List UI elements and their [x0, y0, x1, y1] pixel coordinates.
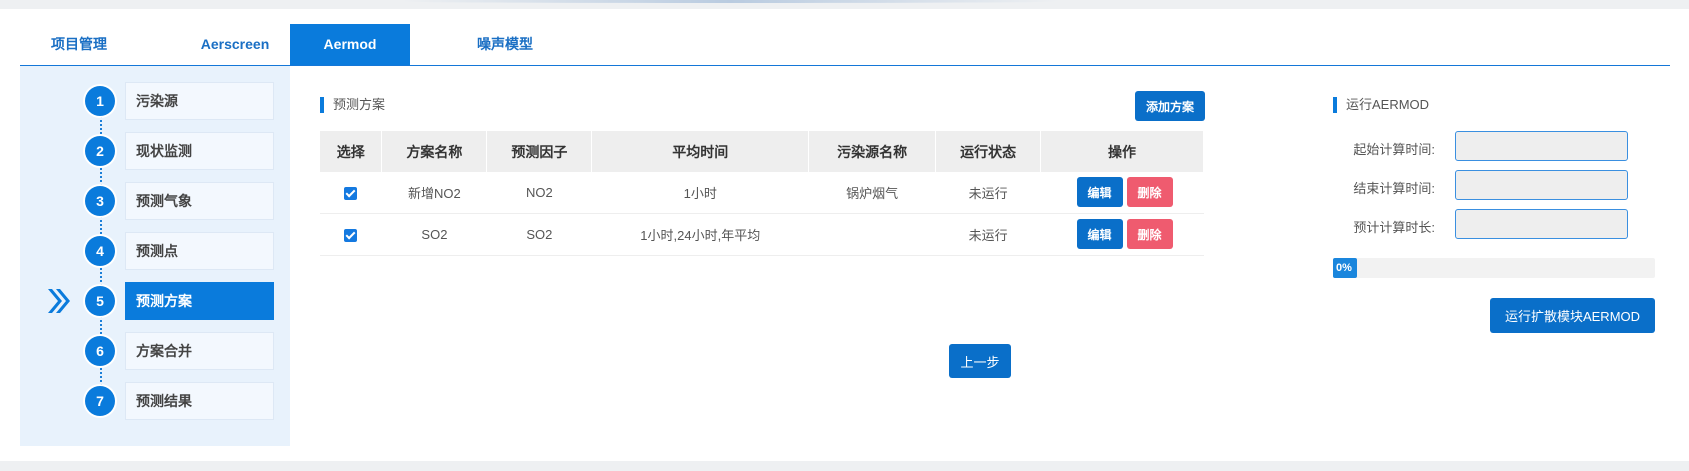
step-2[interactable]: 2 现状监测 — [20, 131, 290, 171]
step-number: 4 — [85, 236, 115, 266]
step-label-merge[interactable]: 方案合并 — [125, 332, 274, 370]
step-number: 7 — [85, 386, 115, 416]
row-checkbox[interactable] — [344, 229, 358, 243]
progress-fill: 0% — [1333, 258, 1357, 278]
table-row: SO2 SO2 1小时,24小时,年平均 未运行 编辑 删除 — [320, 213, 1204, 256]
step-label-results[interactable]: 预测结果 — [125, 382, 274, 420]
prev-step-button[interactable]: 上一步 — [949, 344, 1011, 378]
cell-avg-time: 1小时 — [591, 172, 809, 214]
row-checkbox[interactable] — [344, 187, 358, 201]
end-time-input[interactable] — [1455, 170, 1628, 200]
col-source-name: 污染源名称 — [808, 131, 937, 172]
step-label-scheme[interactable]: 预测方案 — [125, 282, 274, 320]
step-number: 3 — [85, 186, 115, 216]
col-select: 选择 — [320, 131, 383, 172]
step-1[interactable]: 1 污染源 — [20, 81, 290, 121]
table-header-row: 选择 方案名称 预测因子 平均时间 污染源名称 运行状态 操作 — [320, 131, 1204, 172]
cell-factor: SO2 — [486, 213, 592, 256]
cell-source-name — [808, 213, 936, 256]
step-label-monitoring[interactable]: 现状监测 — [125, 132, 274, 170]
delete-button[interactable]: 删除 — [1126, 177, 1173, 207]
step-number: 2 — [85, 136, 115, 166]
scheme-section-title: 预测方案 — [320, 97, 385, 113]
cell-avg-time: 1小时,24小时,年平均 — [591, 213, 809, 256]
cell-run-status: 未运行 — [935, 213, 1041, 256]
tab-aermod[interactable]: Aermod — [290, 24, 410, 65]
run-section-title: 运行AERMOD — [1333, 97, 1429, 113]
start-time-label: 起始计算时间: — [1353, 142, 1435, 157]
col-factor: 预测因子 — [486, 131, 593, 172]
delete-button[interactable]: 删除 — [1126, 219, 1173, 249]
col-actions: 操作 — [1040, 131, 1204, 172]
cell-run-status: 未运行 — [935, 172, 1041, 214]
step-7[interactable]: 7 预测结果 — [20, 381, 290, 421]
step-label-prediction-points[interactable]: 预测点 — [125, 232, 274, 270]
step-number: 5 — [85, 286, 115, 316]
step-5[interactable]: 5 预测方案 — [20, 281, 290, 321]
double-chevron-right-icon — [48, 289, 70, 313]
table-row: 新增NO2 NO2 1小时 锅炉烟气 未运行 编辑 删除 — [320, 172, 1204, 214]
col-run-status: 运行状态 — [935, 131, 1042, 172]
estimate-duration-input[interactable] — [1455, 209, 1628, 239]
step-label-weather[interactable]: 预测气象 — [125, 182, 274, 220]
step-sidebar: 1 污染源 2 现状监测 3 预测气象 4 预测点 5 预测方案 6 方案合并 … — [20, 66, 290, 446]
step-4[interactable]: 4 预测点 — [20, 231, 290, 271]
end-time-label: 结束计算时间: — [1353, 181, 1435, 196]
step-6[interactable]: 6 方案合并 — [20, 331, 290, 371]
cell-factor: NO2 — [486, 172, 592, 214]
progress-bar: 0% — [1333, 258, 1655, 278]
cell-scheme-name: 新增NO2 — [381, 172, 487, 214]
tab-noise-model[interactable]: 噪声模型 — [440, 24, 570, 65]
step-label-pollution-source[interactable]: 污染源 — [125, 82, 274, 120]
step-number: 6 — [85, 336, 115, 366]
tab-bar: 项目管理 Aerscreen Aermod 噪声模型 — [20, 24, 1670, 66]
scheme-table: 选择 方案名称 预测因子 平均时间 污染源名称 运行状态 操作 新增NO2 NO… — [320, 131, 1204, 256]
edit-button[interactable]: 编辑 — [1076, 177, 1123, 207]
col-scheme-name: 方案名称 — [381, 131, 488, 172]
tab-aerscreen[interactable]: Aerscreen — [170, 24, 300, 65]
cell-source-name: 锅炉烟气 — [808, 172, 936, 214]
step-number: 1 — [85, 86, 115, 116]
step-3[interactable]: 3 预测气象 — [20, 181, 290, 221]
estimate-duration-label: 预计计算时长: — [1353, 220, 1435, 235]
edit-button[interactable]: 编辑 — [1076, 219, 1123, 249]
start-time-input[interactable] — [1455, 131, 1628, 161]
run-aermod-button[interactable]: 运行扩散模块AERMOD — [1490, 298, 1655, 333]
add-scheme-button[interactable]: 添加方案 — [1135, 91, 1205, 121]
col-avg-time: 平均时间 — [591, 131, 810, 172]
tab-project-management[interactable]: 项目管理 — [20, 24, 138, 65]
top-glow-decoration — [400, 0, 1060, 3]
cell-scheme-name: SO2 — [381, 213, 487, 256]
